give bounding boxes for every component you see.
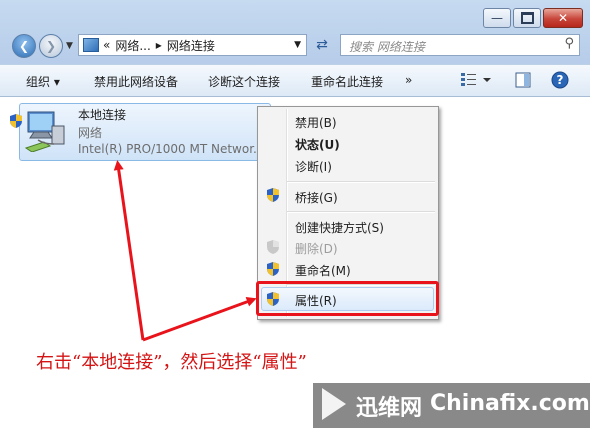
disable-device-button[interactable]: 禁用此网络设备 [94,73,178,90]
refresh-icon: ⇄ [316,37,328,53]
menu-item-create-shortcut[interactable]: 创建快捷方式(S) [295,219,384,236]
menu-item-bridge[interactable]: 桥接(G) [295,189,338,206]
close-icon: ✕ [557,11,569,25]
network-folder-icon [83,38,99,52]
refresh-button[interactable]: ⇄ [311,34,333,56]
watermark-logo-icon [322,388,346,420]
menu-item-delete: 删除(D) [295,242,338,256]
preview-pane-button[interactable] [515,72,531,91]
uac-shield-icon [10,114,22,128]
minimize-button[interactable]: — [483,8,511,28]
minimize-icon: — [491,11,503,25]
preview-pane-icon [515,72,531,88]
help-button[interactable]: ? [551,71,569,92]
search-input[interactable]: 搜索 网络连接 ⚲ [340,34,580,56]
rename-button[interactable]: 重命名此连接 [311,73,383,90]
breadcrumb-separator-icon[interactable]: ▸ [156,38,162,52]
breadcrumb-overflow[interactable]: « [103,38,110,52]
maximize-icon [520,12,534,24]
forward-button[interactable]: ❯ [39,34,63,58]
address-dropdown-icon[interactable]: ▼ [294,40,301,50]
connection-adapter: Intel(R) PRO/1000 MT Networ... [78,142,265,156]
watermark-brand-cn: 迅维网 [356,396,423,421]
search-icon[interactable]: ⚲ [564,36,574,51]
history-dropdown-icon[interactable]: ▼ [66,41,73,51]
view-list-icon [461,73,491,86]
connection-name: 本地连接 [78,108,127,122]
connection-network: 网络 [78,126,103,140]
maximize-button[interactable] [513,8,541,28]
menu-item-diagnose[interactable]: 诊断(I) [295,158,332,175]
menu-separator [287,211,435,213]
diagnose-button[interactable]: 诊断这个连接 [208,73,280,90]
organize-button[interactable]: 组织 ▾ [26,73,60,90]
menu-item-disable[interactable]: 禁用(B) [295,114,337,131]
address-bar[interactable]: « 网络... ▸ 网络连接 ▼ [78,34,307,56]
properties-highlight-box [256,281,439,316]
svg-text:?: ? [557,73,564,87]
menu-item-rename[interactable]: 重命名(M) [295,262,351,279]
uac-shield-icon [267,262,279,276]
help-icon: ? [551,71,569,89]
command-bar: 组织 ▾ 禁用此网络设备 诊断这个连接 重命名此连接 » ? [0,64,590,97]
menu-item-status[interactable]: 状态(U) [295,136,340,153]
arrow-right-icon: ❯ [45,39,57,53]
more-commands-button[interactable]: » [405,73,412,87]
close-button[interactable]: ✕ [543,8,583,28]
breadcrumb-network[interactable]: 网络... [115,37,150,54]
network-adapter-icon [24,111,65,152]
arrow-left-icon: ❮ [18,39,30,53]
back-button[interactable]: ❮ [12,34,36,58]
uac-shield-icon [267,188,279,202]
view-options-button[interactable] [460,71,492,90]
search-placeholder: 搜索 网络连接 [349,40,425,54]
uac-shield-disabled-icon [267,240,279,254]
breadcrumb-network-connections[interactable]: 网络连接 [167,37,215,54]
instruction-caption: 右击“本地连接”，然后选择“属性” [36,352,307,373]
menu-separator [287,181,435,183]
watermark-brand-en: Chinafix.com [430,391,590,416]
